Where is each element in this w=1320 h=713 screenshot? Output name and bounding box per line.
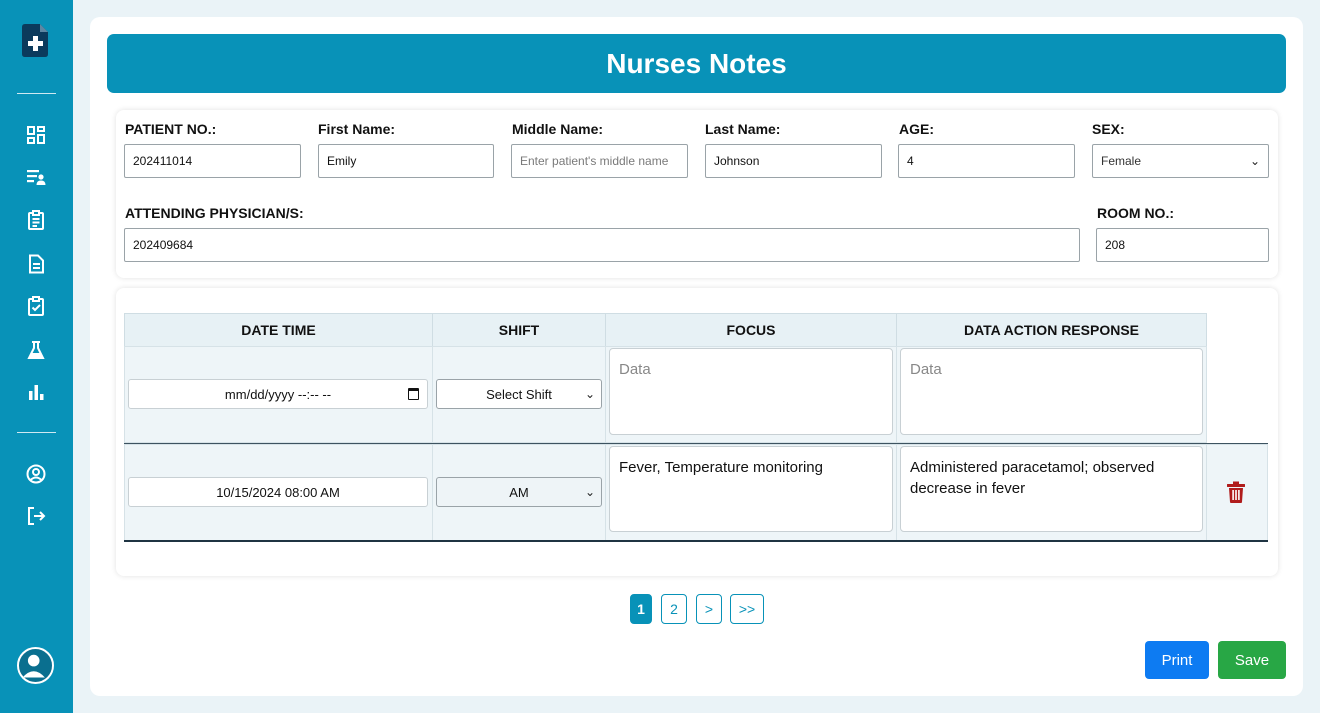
delete-row-trash-icon[interactable] (1226, 481, 1246, 503)
patient-no-input[interactable]: 202411014 (124, 144, 301, 178)
clipboard-check-icon[interactable] (25, 295, 47, 317)
calendar-icon[interactable] (408, 388, 419, 400)
medical-file-logo-icon (22, 24, 48, 57)
new-datetime-input[interactable]: mm/dd/yyyy --:-- -- (128, 379, 428, 409)
chevron-down-icon: ⌄ (584, 485, 595, 499)
chevron-down-icon: ⌄ (1249, 154, 1260, 168)
new-response-textarea[interactable]: Data (900, 348, 1203, 435)
age-label: AGE: (899, 121, 934, 137)
sidebar-divider (17, 93, 56, 94)
sex-select[interactable]: Female ⌄ (1092, 144, 1269, 178)
patient-list-icon[interactable] (25, 166, 47, 188)
page-1-button[interactable]: 1 (630, 594, 652, 624)
header-focus: FOCUS (605, 313, 897, 347)
row-response-textarea[interactable]: Administered paracetamol; observed decre… (900, 446, 1203, 532)
bar-chart-icon[interactable] (25, 381, 47, 403)
row-shift-value: AM (509, 484, 529, 500)
row-datetime-input[interactable]: 10/15/2024 08:00 AM (128, 477, 428, 507)
document-icon[interactable] (25, 253, 47, 275)
last-page-button[interactable]: >> (730, 594, 764, 624)
attending-physician-label: ATTENDING PHYSICIAN/S: (125, 205, 304, 221)
first-name-input[interactable]: Emily (318, 144, 494, 178)
sex-label: SEX: (1092, 121, 1125, 137)
attending-physician-input[interactable]: 202409684 (124, 228, 1080, 262)
header-date-time: DATE TIME (124, 313, 433, 347)
row-divider (124, 540, 1268, 542)
next-page-button[interactable]: > (696, 594, 722, 624)
avatar[interactable] (17, 647, 54, 684)
save-button[interactable]: Save (1218, 641, 1286, 679)
row-focus-textarea[interactable]: Fever, Temperature monitoring (609, 446, 893, 532)
patient-no-label: PATIENT NO.: (125, 121, 217, 137)
middle-name-label: Middle Name: (512, 121, 604, 137)
room-no-label: ROOM NO.: (1097, 205, 1174, 221)
middle-name-input[interactable]: Enter patient's middle name (511, 144, 688, 178)
dashboard-icon[interactable] (25, 124, 47, 146)
last-name-input[interactable]: Johnson (705, 144, 882, 178)
last-name-label: Last Name: (705, 121, 781, 137)
sex-select-value: Female (1101, 154, 1142, 168)
page-title: Nurses Notes (107, 34, 1286, 93)
page-2-button[interactable]: 2 (661, 594, 687, 624)
datetime-placeholder: mm/dd/yyyy --:-- -- (224, 386, 332, 402)
room-no-input[interactable]: 208 (1096, 228, 1269, 262)
clipboard-icon[interactable] (25, 209, 47, 231)
header-shift: SHIFT (432, 313, 606, 347)
lab-flask-icon[interactable] (25, 339, 47, 361)
shift-placeholder: Select Shift (486, 386, 552, 402)
logout-icon[interactable] (25, 505, 47, 527)
user-circle-icon[interactable] (25, 463, 47, 485)
new-focus-textarea[interactable]: Data (609, 348, 893, 435)
sidebar-divider (17, 432, 56, 433)
age-input[interactable]: 4 (898, 144, 1075, 178)
sidebar (0, 0, 73, 713)
new-shift-select[interactable]: Select Shift ⌄ (436, 379, 602, 409)
chevron-down-icon: ⌄ (584, 387, 595, 401)
row-shift-select[interactable]: AM ⌄ (436, 477, 602, 507)
header-data-action-response: DATA ACTION RESPONSE (896, 313, 1207, 347)
first-name-label: First Name: (318, 121, 396, 137)
print-button[interactable]: Print (1145, 641, 1209, 679)
